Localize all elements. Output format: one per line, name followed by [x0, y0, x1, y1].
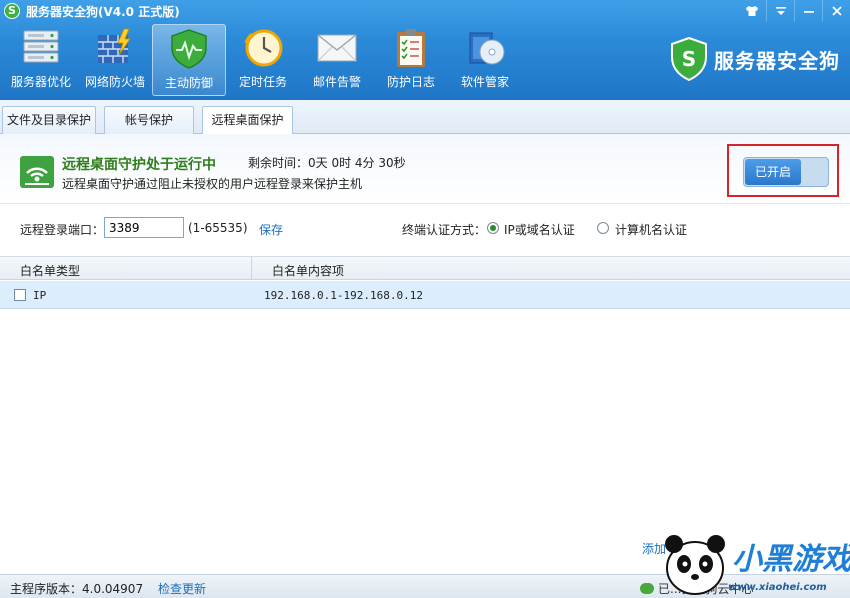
remaining-time-label: 剩余时间：: [248, 156, 309, 170]
remaining-time: 剩余时间：0天 0时 4分 30秒: [248, 154, 406, 171]
auth-computer-name-radio[interactable]: [597, 222, 609, 234]
auth-ip-radio[interactable]: [487, 222, 499, 234]
close-icon[interactable]: [822, 0, 850, 22]
nav-label: 服务器优化: [10, 75, 71, 89]
status-title: 远程桌面守护处于运行中: [62, 157, 216, 173]
shield-icon: [166, 28, 212, 70]
brand-logo: S 服务器安全狗: [670, 36, 840, 82]
status-panel: 远程桌面守护处于运行中 剩余时间：0天 0时 4分 30秒 远程桌面守护通过阻止…: [0, 134, 850, 204]
nav-item-active-defense[interactable]: 主动防御: [152, 24, 226, 96]
watermark-url: www.xiaohei.com: [728, 582, 827, 593]
software-box-icon: [462, 27, 508, 69]
status-description: 远程桌面守护通过阻止未授权的用户远程登录来保护主机: [62, 177, 363, 191]
watermark-text: 小黑游戏: [732, 542, 850, 577]
check-update-link[interactable]: 检查更新: [158, 580, 206, 597]
cloud-check-icon: [640, 583, 654, 594]
nav-label: 防护日志: [386, 75, 435, 89]
nav-label: 主动防御: [164, 76, 213, 90]
row-content: 192.168.0.1-192.168.0.12: [264, 289, 423, 302]
firewall-icon: [92, 27, 138, 69]
nav-label: 邮件告警: [312, 75, 361, 89]
save-port-link[interactable]: 保存: [259, 221, 283, 238]
nav-label: 定时任务: [238, 75, 287, 89]
brand-shield-icon: S: [670, 36, 708, 82]
menu-icon[interactable]: [766, 0, 794, 22]
nav-item-software-manager[interactable]: 软件管家: [448, 24, 522, 96]
port-input[interactable]: [104, 217, 184, 238]
window-title: 服务器安全狗(V4.0 正式版): [26, 5, 180, 19]
clock-icon: [240, 27, 286, 69]
table-row[interactable]: IP 192.168.0.1-192.168.0.12: [0, 281, 850, 309]
nav-item-scheduled-tasks[interactable]: 定时任务: [226, 24, 300, 96]
column-header-type[interactable]: 白名单类型: [20, 262, 80, 279]
remote-desktop-status-icon: [20, 156, 54, 188]
column-divider[interactable]: [251, 257, 252, 280]
auth-method-label: 终端认证方式：: [402, 223, 487, 237]
tab-remote-desktop-protection[interactable]: 远程桌面保护: [202, 106, 293, 135]
nav-item-server-optimize[interactable]: 服务器优化: [4, 24, 78, 96]
server-rack-icon: [18, 27, 64, 69]
auth-computer-name-label: 计算机名认证: [615, 223, 688, 237]
settings-row: 远程登录端口： (1-65535) 保存 终端认证方式： IP或域名认证 计算机…: [0, 212, 850, 242]
skin-icon[interactable]: [738, 0, 766, 22]
auth-ip-label: IP或域名认证: [504, 223, 575, 237]
brand-name: 服务器安全狗: [714, 48, 840, 73]
tab-account-protection[interactable]: 帐号保护: [104, 106, 194, 134]
title-bar: S 服务器安全狗(V4.0 正式版): [0, 0, 850, 22]
toggle-on-label: 已开启: [745, 159, 801, 185]
protection-toggle[interactable]: 已开启: [743, 157, 829, 187]
app-logo-icon: S: [4, 3, 20, 19]
whitelist-table-header: 白名单类型 白名单内容项: [0, 256, 850, 280]
envelope-icon: [314, 27, 360, 69]
port-range: (1-65535): [188, 221, 248, 235]
port-label: 远程登录端口：: [20, 223, 105, 237]
nav-label: 网络防火墙: [84, 75, 145, 89]
nav-item-protection-log[interactable]: 防护日志: [374, 24, 448, 96]
nav-item-mail-alert[interactable]: 邮件告警: [300, 24, 374, 96]
nav-item-firewall[interactable]: 网络防火墙: [78, 24, 152, 96]
main-nav: 服务器优化 网络防火墙 主动防御 定时任务 邮件告警 防护日志 软件管家: [4, 24, 522, 96]
row-type: IP: [33, 289, 47, 302]
remaining-time-value: 0天 0时 4分 30秒: [308, 156, 406, 170]
nav-label: 软件管家: [460, 75, 509, 89]
panda-mascot-icon: [665, 535, 725, 595]
row-checkbox[interactable]: [14, 289, 26, 301]
app-header: S 服务器安全狗(V4.0 正式版) 服务器优化 网络防火墙 主动防御 定时任务…: [0, 0, 850, 100]
tab-bar: 文件及目录保护 帐号保护 远程桌面保护: [0, 100, 850, 135]
minimize-icon[interactable]: [794, 0, 822, 22]
watermark: 小黑游戏 www.xiaohei.com: [660, 520, 850, 598]
tab-file-directory-protection[interactable]: 文件及目录保护: [2, 106, 96, 134]
window-controls: [738, 0, 850, 22]
brand-badge-letter: S: [682, 47, 696, 71]
column-header-content[interactable]: 白名单内容项: [272, 262, 344, 279]
clipboard-icon: [388, 27, 434, 69]
version-label: 主程序版本：4.0.04907: [10, 582, 144, 596]
